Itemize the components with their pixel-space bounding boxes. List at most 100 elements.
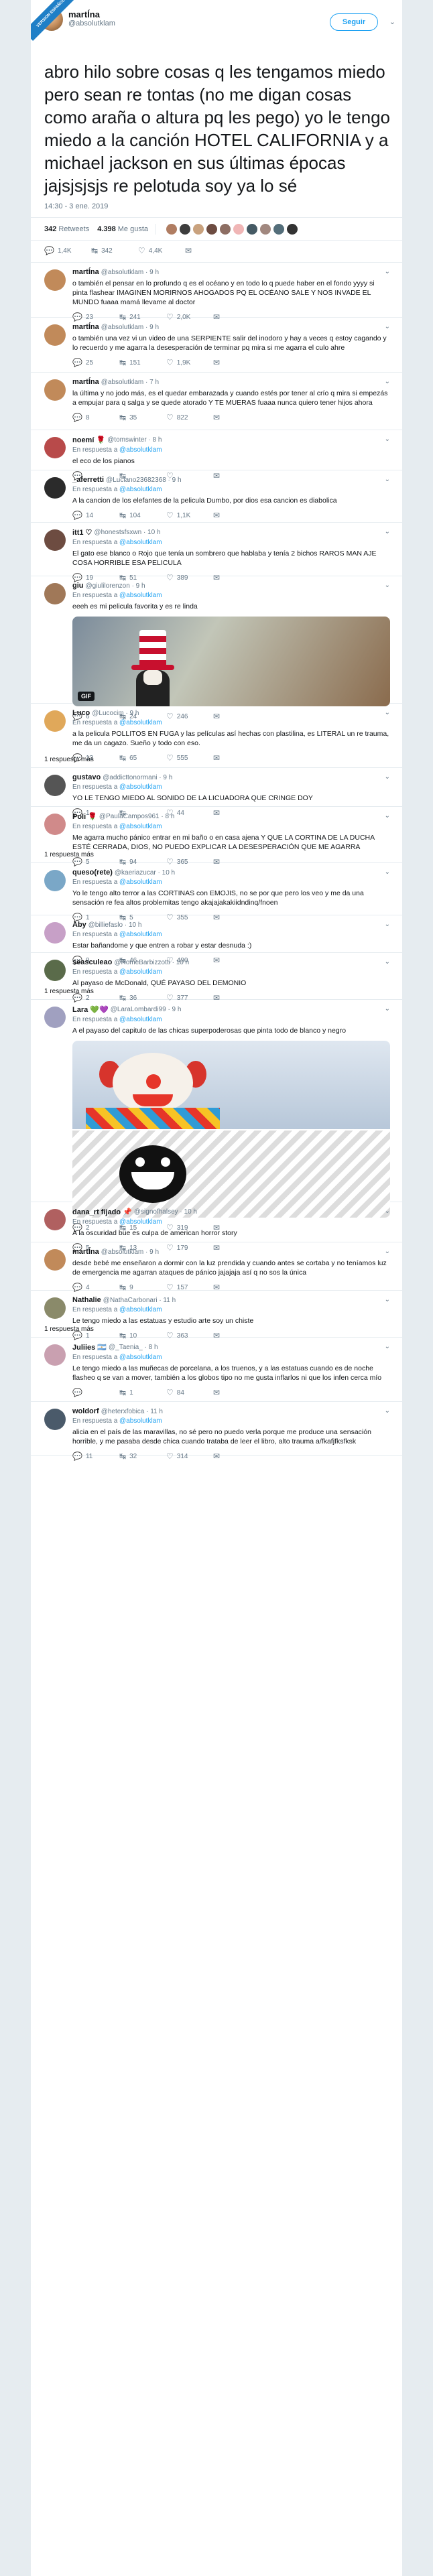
avatar[interactable]	[44, 775, 66, 796]
chevron-down-icon[interactable]: ⌄	[385, 476, 390, 483]
reply-button[interactable]: 💬 1,4K	[44, 246, 91, 255]
reply-tweet[interactable]: _aferretti @Luciano23682368 · 9 h ⌄ En resp…	[31, 470, 402, 523]
liker-avatar[interactable]	[193, 223, 204, 235]
reply-author-name[interactable]: Poli 🌹	[72, 812, 97, 821]
reply-tweet[interactable]: dana_rt fijado 📌 @signofhalsey · 10 h ⌄ En …	[31, 1202, 402, 1252]
reply-author-handle[interactable]: @LaraLombardi99 · 9 h	[111, 1006, 182, 1013]
avatar[interactable]	[44, 477, 66, 499]
reply-tweet[interactable]: queso(rete) @kaeriazucar · 10 h ⌄ En respue…	[31, 863, 402, 922]
reply-author-handle[interactable]: @RomeBarbizzotti · 10 h	[114, 959, 189, 966]
reply-author-name[interactable]: Luco	[72, 709, 90, 717]
retweet-button[interactable]: ↹ 342	[91, 246, 138, 255]
more-replies-link[interactable]: 1 respuesta más	[44, 988, 94, 995]
reply-author-name[interactable]: seasculeao	[72, 958, 112, 966]
chevron-down-icon[interactable]: ⌄	[385, 1005, 390, 1013]
reply-tweet[interactable]: martÍna @absolutklam · 9 h ⌄ o también una …	[31, 318, 402, 373]
reply-author-name[interactable]: Juliies 🇦🇷	[72, 1343, 107, 1352]
chevron-down-icon[interactable]: ⌄	[385, 1248, 390, 1255]
author-name[interactable]: martÍna	[68, 9, 115, 19]
like-button[interactable]: ♡ 314	[166, 1452, 213, 1461]
avatar[interactable]	[44, 1409, 66, 1430]
more-replies-link[interactable]: 1 respuesta más	[44, 756, 94, 763]
reply-author-name[interactable]: Lara 💚💜	[72, 1005, 109, 1014]
reply-tweet[interactable]: Poli 🌹 @PaulaCampos961 · 8 h ⌄ En respuesta…	[31, 807, 402, 866]
retweet-button[interactable]: ↹ 104	[119, 511, 166, 520]
reply-tweet[interactable]: martÍna @absolutklam · 9 h ⌄ o también el p…	[31, 263, 402, 322]
avatar[interactable]	[44, 1249, 66, 1271]
avatar[interactable]	[44, 814, 66, 835]
dm-button[interactable]: ✉	[213, 413, 260, 422]
liker-avatar[interactable]	[180, 223, 190, 235]
clown-image[interactable]	[72, 1041, 390, 1129]
like-button[interactable]: ♡ 84	[166, 1388, 213, 1397]
liker-avatar[interactable]	[287, 223, 298, 235]
mention-link[interactable]: @absolutklam	[119, 1417, 162, 1425]
reply-tweet[interactable]: itt1 ♡ @honestsfsxwn · 10 h ⌄ En respuesta …	[31, 523, 402, 582]
avatar[interactable]	[44, 437, 66, 458]
chevron-down-icon[interactable]: ⌄	[385, 378, 390, 385]
reply-author-handle[interactable]: @kaeriazucar · 10 h	[115, 869, 175, 877]
dm-button[interactable]: ✉	[213, 1452, 260, 1461]
reply-author-handle[interactable]: @absolutklam · 7 h	[101, 379, 159, 386]
reply-tweet[interactable]: gustavo @addicttonormani · 9 h ⌄ En respues…	[31, 768, 402, 818]
reply-author-handle[interactable]: @_Taenia_ · 8 h	[109, 1344, 158, 1351]
reply-tweet[interactable]: Nathalie @NathaCarbonari · 11 h ⌄ En respue…	[31, 1291, 402, 1340]
reply-tweet[interactable]: giu @giulilorenzon · 9 h ⌄ En respuesta a @…	[31, 576, 402, 721]
mention-link[interactable]: @absolutklam	[119, 1218, 162, 1226]
chevron-down-icon[interactable]: ⌄	[385, 436, 390, 443]
reply-author-name[interactable]: martÍna	[72, 378, 99, 386]
reply-author-handle[interactable]: @heterxfobica · 11 h	[101, 1408, 163, 1415]
mention-link[interactable]: @absolutklam	[119, 783, 162, 791]
reply-author-name[interactable]: woldorf	[72, 1407, 99, 1415]
avatar[interactable]	[44, 922, 66, 944]
timestamp[interactable]: 14:30 - 3 ene. 2019	[31, 197, 402, 218]
retweet-button[interactable]: ↹ 65	[119, 753, 166, 763]
reply-tweet[interactable]: woldorf @heterxfobica · 11 h ⌄ En respuesta…	[31, 1402, 402, 1461]
chevron-down-icon[interactable]: ⌄	[385, 812, 390, 820]
chevron-down-icon[interactable]: ⌄	[385, 958, 390, 966]
reply-button[interactable]: 💬 25	[72, 358, 119, 367]
avatar[interactable]	[44, 960, 66, 981]
dm-button[interactable]: ✉	[185, 246, 232, 255]
reply-author-handle[interactable]: @addicttonormani · 9 h	[103, 774, 172, 781]
reply-author-name[interactable]: martÍna	[72, 1248, 99, 1256]
chevron-down-icon[interactable]: ⌄	[385, 709, 390, 716]
reply-author-name[interactable]: gustavo	[72, 773, 101, 781]
reply-author-handle[interactable]: @NathaCarbonari · 11 h	[103, 1297, 176, 1304]
reply-tweet[interactable]: martÍna @absolutklam · 9 h ⌄ desde bebé me …	[31, 1242, 402, 1292]
mention-link[interactable]: @absolutklam	[119, 486, 162, 493]
liker-avatar[interactable]	[206, 223, 217, 235]
retweet-button[interactable]: ↹ 1	[119, 1388, 166, 1397]
reply-tweet[interactable]: martÍna @absolutklam · 7 h ⌄ la última y no…	[31, 373, 402, 430]
avatar[interactable]	[44, 710, 66, 732]
like-button[interactable]: ♡ 555	[166, 753, 213, 763]
liker-avatar[interactable]	[220, 223, 231, 235]
avatar[interactable]	[44, 1344, 66, 1366]
image-media[interactable]	[72, 1041, 390, 1218]
reply-button[interactable]: 💬 8	[72, 413, 119, 422]
reply-button[interactable]: 💬	[72, 1388, 119, 1397]
chevron-down-icon[interactable]: ⌄	[385, 1407, 390, 1415]
mention-link[interactable]: @absolutklam	[119, 1354, 162, 1361]
reply-author-name[interactable]: giu	[72, 582, 84, 590]
chevron-down-icon[interactable]: ⌄	[385, 773, 390, 781]
reply-author-handle[interactable]: @absolutklam · 9 h	[101, 324, 159, 331]
retweet-button[interactable]: ↹ 35	[119, 413, 166, 422]
dm-button[interactable]: ✉	[213, 753, 260, 763]
mention-link[interactable]: @absolutklam	[119, 879, 162, 886]
reply-author-name[interactable]: martÍna	[72, 323, 99, 331]
chevron-down-icon[interactable]: ⌄	[385, 921, 390, 928]
chevron-down-icon[interactable]: ⌄	[385, 868, 390, 876]
reply-author-name[interactable]: itt1 ♡	[72, 528, 92, 537]
mention-link[interactable]: @absolutklam	[119, 539, 162, 546]
dm-button[interactable]: ✉	[213, 1388, 260, 1397]
retweet-button[interactable]: ↹ 151	[119, 358, 166, 367]
avatar[interactable]	[44, 324, 66, 346]
chevron-down-icon[interactable]: ⌄	[385, 1296, 390, 1303]
reply-tweet[interactable]: Lara 💚💜 @LaraLombardi99 · 9 h ⌄ En respuest…	[31, 1000, 402, 1232]
gif-media[interactable]: GIF	[72, 617, 390, 706]
mention-link[interactable]: @absolutklam	[119, 446, 162, 454]
reply-author-handle[interactable]: @absolutklam · 9 h	[101, 1248, 159, 1256]
like-button[interactable]: ♡ 1,9K	[166, 358, 213, 367]
reply-tweet[interactable]: Juliies 🇦🇷 @_Taenia_ · 8 h ⌄ En respuesta a…	[31, 1338, 402, 1402]
